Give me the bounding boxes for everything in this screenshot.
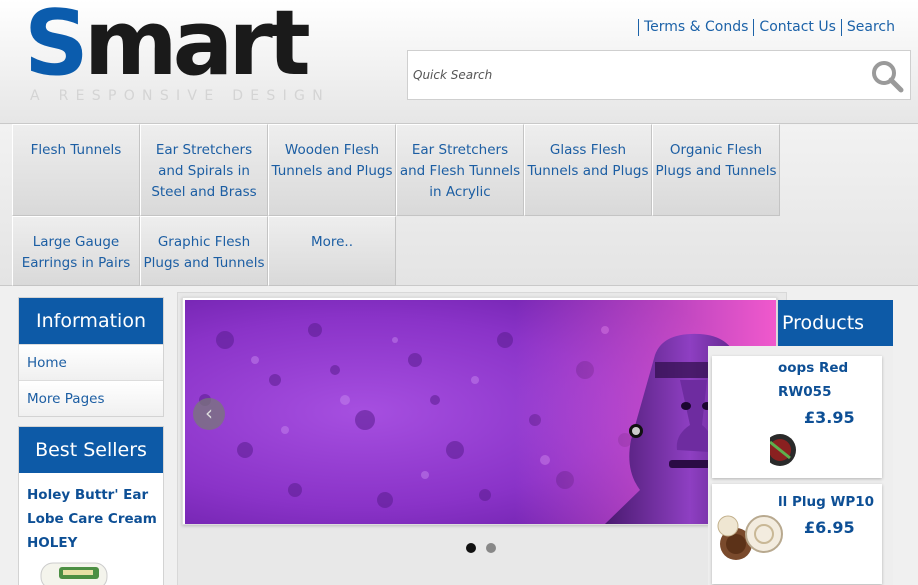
information-box: Information Home More Pages xyxy=(18,297,164,417)
nav-item-large-gauge[interactable]: Large Gauge Earrings in Pairs xyxy=(12,216,140,286)
product-name-line2[interactable]: RW055 xyxy=(778,380,831,404)
product-image-2[interactable] xyxy=(716,514,788,562)
slider-dots xyxy=(466,543,496,553)
top-links: Terms & Conds Contact Us Search xyxy=(637,19,900,36)
best-sellers-heading: Best Sellers xyxy=(19,427,163,473)
category-nav: Flesh Tunnels Ear Stretchers and Spirals… xyxy=(12,124,780,286)
product-price-2: £6.95 xyxy=(804,518,855,537)
best-seller-product-name[interactable]: Holey Buttr' Ear Lobe Care Cream HOLEY xyxy=(27,483,159,555)
product-name-2[interactable]: ll Plug WP10 xyxy=(778,490,874,514)
nav-item-organic[interactable]: Organic Flesh Plugs and Tunnels xyxy=(652,124,780,216)
product-card-2[interactable]: ll Plug WP10 £6.95 xyxy=(712,484,882,584)
terms-link[interactable]: Terms & Conds xyxy=(637,19,753,36)
magnifier-icon[interactable] xyxy=(870,59,904,93)
nav-item-flesh-tunnels[interactable]: Flesh Tunnels xyxy=(12,124,140,216)
nav-item-more[interactable]: More.. xyxy=(268,216,396,286)
nav-item-wooden-tunnels[interactable]: Wooden Flesh Tunnels and Plugs xyxy=(268,124,396,216)
search-link[interactable]: Search xyxy=(840,19,900,36)
slide-image[interactable]: ‹ › xyxy=(182,297,777,525)
product-card-1[interactable]: oops Red RW055 £3.95 xyxy=(712,356,882,478)
quick-search-box xyxy=(407,50,911,100)
products-heading: Products xyxy=(778,300,893,346)
quick-search-input[interactable] xyxy=(413,65,853,85)
more-pages-link[interactable]: More Pages xyxy=(19,380,163,416)
product-name-line1[interactable]: oops Red xyxy=(778,356,848,380)
nav-item-graphic[interactable]: Graphic Flesh Plugs and Tunnels xyxy=(140,216,268,286)
information-heading: Information xyxy=(19,298,163,344)
site-tagline: A RESPONSIVE DESIGN xyxy=(30,88,330,104)
product-image-1[interactable] xyxy=(770,432,800,468)
image-slider: ‹ › xyxy=(177,292,787,585)
best-seller-product-image[interactable] xyxy=(37,555,115,585)
slider-dot-1[interactable] xyxy=(466,543,476,553)
nav-item-ear-stretchers-steel[interactable]: Ear Stretchers and Spirals in Steel and … xyxy=(140,124,268,216)
product-price-1: £3.95 xyxy=(804,408,855,427)
products-panel: oops Red RW055 £3.95 ll Plug WP10 £6.95 xyxy=(708,346,893,585)
nav-item-acrylic[interactable]: Ear Stretchers and Flesh Tunnels in Acry… xyxy=(396,124,524,216)
best-sellers-box: Best Sellers Holey Buttr' Ear Lobe Care … xyxy=(18,426,164,585)
slider-prev-button[interactable]: ‹ xyxy=(193,398,225,430)
home-link[interactable]: Home xyxy=(19,344,163,380)
contact-link[interactable]: Contact Us xyxy=(753,19,840,36)
site-logo[interactable]: Smart xyxy=(24,0,311,94)
slider-dot-2[interactable] xyxy=(486,543,496,553)
nav-item-glass[interactable]: Glass Flesh Tunnels and Plugs xyxy=(524,124,652,216)
site-header: Smart A RESPONSIVE DESIGN Terms & Conds … xyxy=(0,0,918,124)
